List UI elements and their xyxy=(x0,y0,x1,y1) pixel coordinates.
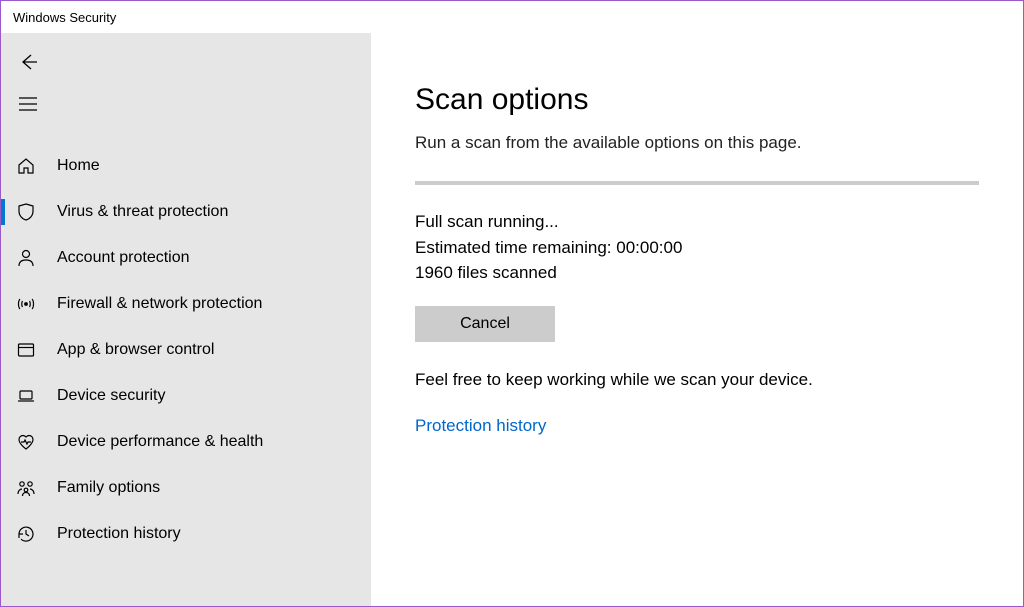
sidebar-item-family[interactable]: Family options xyxy=(1,465,371,511)
main-content: Scan options Run a scan from the availab… xyxy=(371,33,1023,606)
sidebar-item-label: Device security xyxy=(57,387,165,405)
window-icon xyxy=(15,339,37,361)
window-titlebar: Windows Security xyxy=(1,1,1023,33)
scan-note: Feel free to keep working while we scan … xyxy=(415,370,979,390)
scan-eta: Estimated time remaining: 00:00:00 xyxy=(415,235,979,261)
sidebar-item-label: Home xyxy=(57,157,100,175)
sidebar: Home Virus & threat protection Acco xyxy=(1,33,371,606)
scan-status-running: Full scan running... xyxy=(415,209,979,235)
antenna-icon xyxy=(15,293,37,315)
protection-history-link[interactable]: Protection history xyxy=(415,416,546,436)
page-title: Scan options xyxy=(415,83,979,117)
divider xyxy=(415,181,979,185)
sidebar-item-account[interactable]: Account protection xyxy=(1,235,371,281)
page-subtitle: Run a scan from the available options on… xyxy=(415,133,979,153)
sidebar-item-label: Protection history xyxy=(57,525,181,543)
sidebar-item-label: Family options xyxy=(57,479,160,497)
history-icon xyxy=(15,523,37,545)
sidebar-item-home[interactable]: Home xyxy=(1,143,371,189)
shield-icon xyxy=(15,201,37,223)
sidebar-item-label: Virus & threat protection xyxy=(57,203,228,221)
family-icon xyxy=(15,477,37,499)
back-button[interactable] xyxy=(1,41,45,83)
window-title: Windows Security xyxy=(13,10,116,25)
cancel-button[interactable]: Cancel xyxy=(415,306,555,342)
heart-pulse-icon xyxy=(15,431,37,453)
scan-files-scanned: 1960 files scanned xyxy=(415,260,979,286)
sidebar-item-virus-threat[interactable]: Virus & threat protection xyxy=(1,189,371,235)
sidebar-item-app-browser[interactable]: App & browser control xyxy=(1,327,371,373)
sidebar-item-label: App & browser control xyxy=(57,341,214,359)
nav-list: Home Virus & threat protection Acco xyxy=(1,143,371,557)
laptop-icon xyxy=(15,385,37,407)
sidebar-item-device-security[interactable]: Device security xyxy=(1,373,371,419)
hamburger-button[interactable] xyxy=(1,83,45,125)
sidebar-item-performance[interactable]: Device performance & health xyxy=(1,419,371,465)
hamburger-icon xyxy=(19,97,37,111)
sidebar-item-label: Firewall & network protection xyxy=(57,295,262,313)
home-icon xyxy=(15,155,37,177)
sidebar-item-firewall[interactable]: Firewall & network protection xyxy=(1,281,371,327)
sidebar-item-protection-history[interactable]: Protection history xyxy=(1,511,371,557)
sidebar-item-label: Account protection xyxy=(57,249,190,267)
back-arrow-icon xyxy=(19,52,39,72)
person-icon xyxy=(15,247,37,269)
sidebar-item-label: Device performance & health xyxy=(57,433,263,451)
